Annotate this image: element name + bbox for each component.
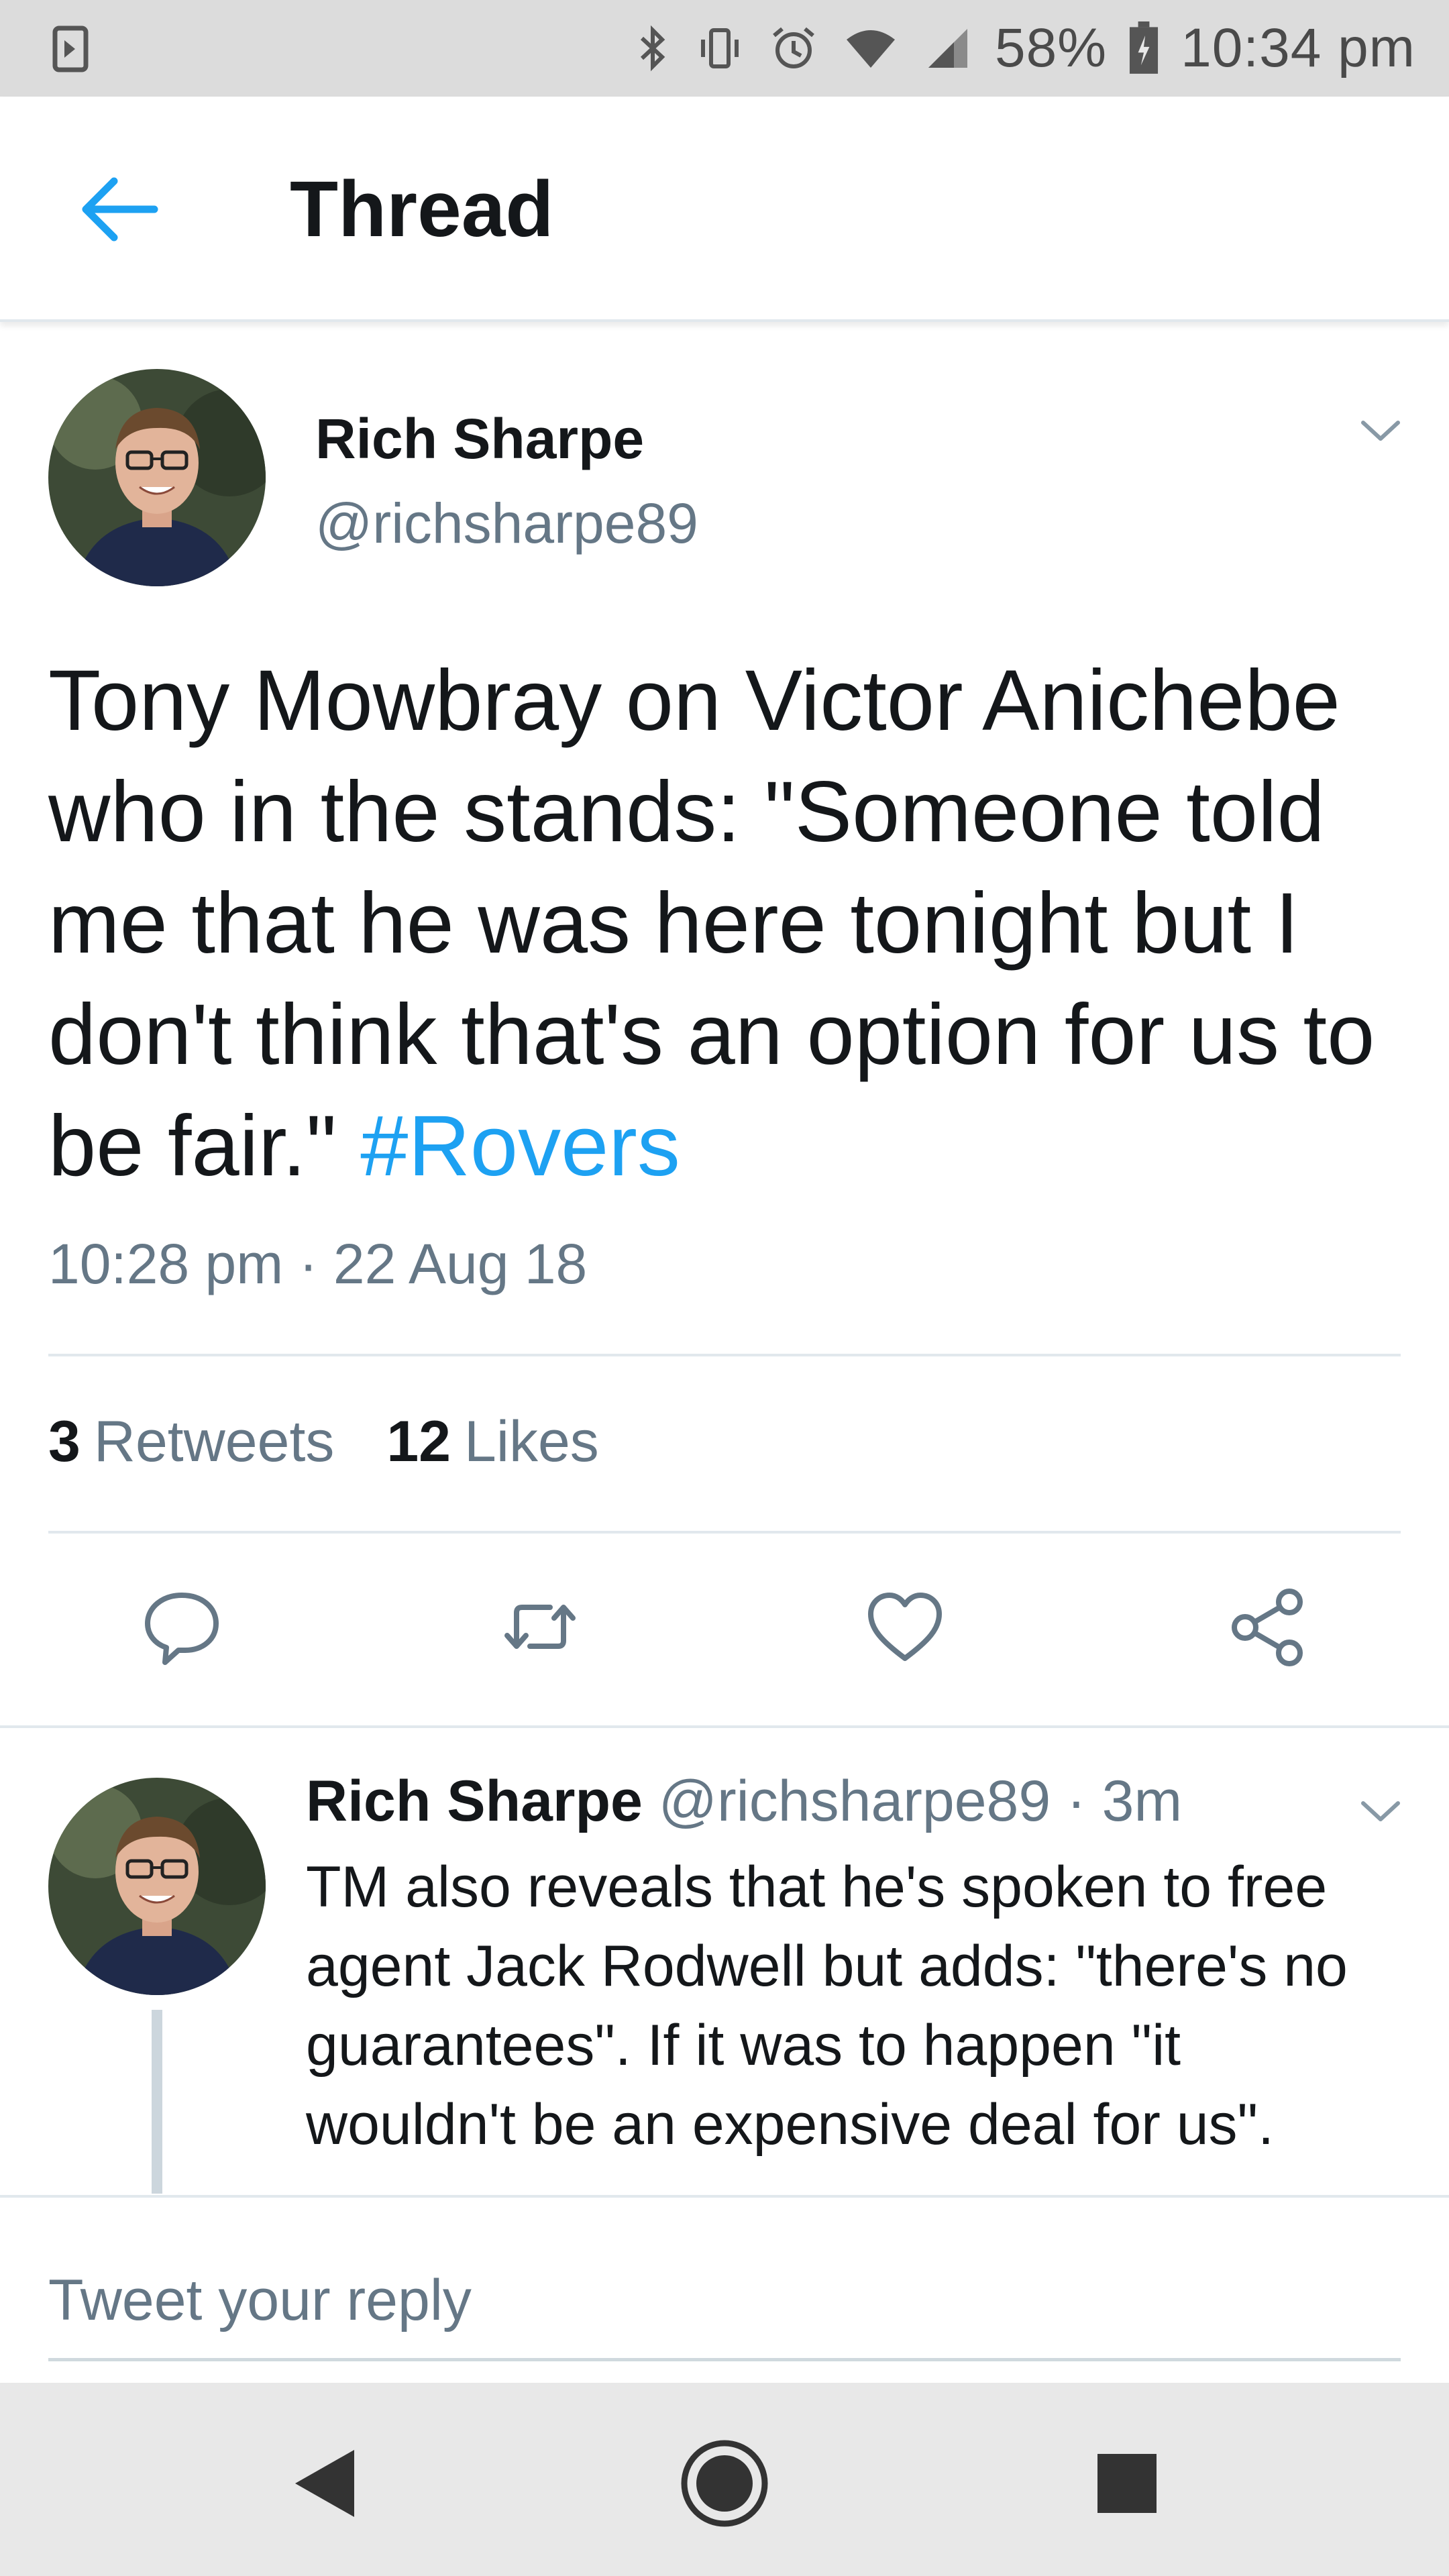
home-nav-icon[interactable] xyxy=(678,2436,771,2530)
reply-icon[interactable] xyxy=(138,1583,225,1670)
share-icon[interactable] xyxy=(1225,1583,1312,1670)
divider xyxy=(0,2195,1449,2198)
tweet-timestamp: 10:28 pm · 22 Aug 18 xyxy=(48,1232,588,1295)
avatar-photo xyxy=(48,369,266,586)
retweet-count: 3 xyxy=(48,1409,80,1474)
vibrate-icon xyxy=(700,28,739,68)
battery-percent: 58% xyxy=(994,17,1108,78)
thread-line xyxy=(152,2010,162,2194)
reply-avatar[interactable] xyxy=(48,1778,266,1995)
back-nav-icon[interactable] xyxy=(275,2436,369,2530)
tweet-body: Tony Mowbray on Victor Anichebe who in t… xyxy=(48,653,1375,1194)
notification-icon xyxy=(52,25,89,72)
reply-author-name[interactable]: Rich Sharpe xyxy=(306,1769,643,1833)
tweet-text: Tony Mowbray on Victor Anichebe who in t… xyxy=(48,645,1417,1202)
status-bar: 58% 10:34 pm xyxy=(0,0,1449,97)
clock: 10:34 pm xyxy=(1181,17,1415,78)
alarm-icon xyxy=(773,27,814,68)
bluetooth-icon xyxy=(640,25,665,72)
avatar-photo xyxy=(48,1778,266,1995)
divider xyxy=(48,1354,1401,1356)
divider xyxy=(48,1531,1401,1534)
app-header: Thread xyxy=(0,97,1449,322)
system-nav-bar xyxy=(0,2383,1449,2576)
reply-meta: @richsharpe89 · 3m xyxy=(658,1769,1183,1833)
avatar[interactable] xyxy=(48,369,266,586)
page-title: Thread xyxy=(290,165,554,254)
retweet-icon[interactable] xyxy=(496,1583,584,1670)
retweet-stat[interactable]: 3 Retweets xyxy=(48,1409,334,1475)
author-name[interactable]: Rich Sharpe xyxy=(315,407,644,472)
like-icon[interactable] xyxy=(861,1583,949,1670)
signal-icon xyxy=(928,29,967,68)
retweet-label: Retweets xyxy=(93,1409,335,1474)
chevron-down-icon[interactable] xyxy=(1359,1798,1402,1825)
battery-icon xyxy=(1130,21,1159,74)
like-count: 12 xyxy=(386,1409,451,1474)
like-stat[interactable]: 12 Likes xyxy=(386,1409,598,1475)
back-arrow-icon[interactable] xyxy=(79,176,160,243)
reply-input[interactable]: Tweet your reply xyxy=(48,2254,1401,2361)
author-handle[interactable]: @richsharpe89 xyxy=(315,491,698,556)
like-label: Likes xyxy=(464,1409,599,1474)
reply-header: Rich Sharpe @richsharpe89 · 3m xyxy=(306,1768,1182,1835)
tweet-actions xyxy=(0,1583,1449,1677)
chevron-down-icon[interactable] xyxy=(1359,417,1402,444)
hashtag-link[interactable]: #Rovers xyxy=(360,1098,680,1194)
wifi-icon xyxy=(846,30,895,68)
divider xyxy=(0,1725,1449,1728)
reply-tweet-text: TM also reveals that he's spoken to free… xyxy=(306,1855,1348,2157)
recents-nav-icon[interactable] xyxy=(1080,2436,1174,2530)
tweet-stats: 3 Retweets 12 Likes xyxy=(48,1409,599,1475)
